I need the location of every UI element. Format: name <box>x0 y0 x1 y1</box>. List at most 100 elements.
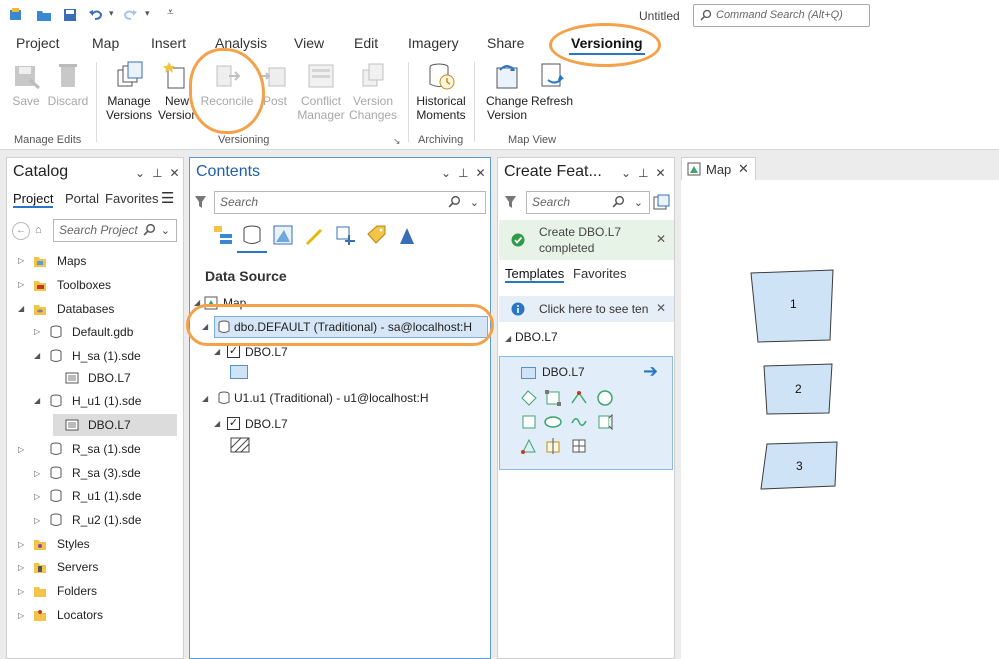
catalog-item-databases[interactable]: Databases <box>57 302 114 316</box>
ellipse-tool-icon[interactable] <box>544 413 562 431</box>
undo-icon[interactable] <box>88 7 104 23</box>
catalog-item-default-gdb[interactable]: Default.gdb <box>72 325 133 339</box>
catalog-item-servers[interactable]: Servers <box>57 560 98 574</box>
expand-icon[interactable]: ▷ <box>18 587 24 596</box>
tab-project[interactable]: Project <box>16 35 60 51</box>
collapse-icon[interactable]: ◢ <box>34 351 40 360</box>
tab-map[interactable]: Map <box>92 35 119 51</box>
list-by-editing-icon[interactable] <box>303 224 325 246</box>
circle-tool-icon[interactable] <box>596 389 614 407</box>
tab-templates[interactable]: Templates <box>505 266 565 283</box>
pin-icon[interactable]: ⊥ <box>152 166 162 180</box>
tab-insert[interactable]: Insert <box>151 35 186 51</box>
manage-templates-icon[interactable] <box>653 194 670 211</box>
catalog-item-locators[interactable]: Locators <box>57 608 103 622</box>
filter-icon[interactable] <box>194 195 207 209</box>
undo-dropdown-icon[interactable]: ▾ <box>109 8 114 19</box>
catalog-item-r-sa-1[interactable]: R_sa (1).sde <box>72 442 141 456</box>
catalog-item-folders[interactable]: Folders <box>57 584 97 598</box>
collapse-icon[interactable]: ◢ <box>34 396 40 405</box>
catalog-item-dbo-l7-selected[interactable]: DBO.L7 <box>88 418 131 432</box>
chevron-down-icon[interactable]: ⌄ <box>470 193 479 214</box>
redo-icon[interactable] <box>122 7 138 23</box>
catalog-tab-favorites[interactable]: Favorites <box>105 191 158 206</box>
list-by-labeling-icon[interactable] <box>365 224 387 246</box>
template-group-dbo-l7[interactable]: DBO.L7 <box>515 330 558 344</box>
catalog-item-dbo-l7[interactable]: DBO.L7 <box>88 371 131 385</box>
customize-toolbar-icon[interactable]: ⩡ <box>167 5 174 20</box>
refresh-button[interactable]: Refresh <box>531 60 573 108</box>
close-icon[interactable]: ✕ <box>738 161 749 177</box>
list-by-perspective-imagery-icon[interactable] <box>396 224 418 246</box>
list-by-drawing-order-icon[interactable] <box>212 224 234 246</box>
template-card[interactable]: DBO.L7 ➔ <box>499 356 673 470</box>
layer-visibility-checkbox[interactable]: ✓ <box>227 345 240 358</box>
discard-button[interactable]: Discard <box>46 60 90 108</box>
square-tool-icon[interactable] <box>520 413 538 431</box>
save-button[interactable]: Save <box>8 60 44 108</box>
pin-icon[interactable]: ⊥ <box>458 166 468 180</box>
arrow-right-icon[interactable]: ➔ <box>643 361 658 382</box>
chevron-down-icon[interactable]: ⌄ <box>161 221 170 242</box>
trace-tool-icon[interactable] <box>520 437 538 455</box>
pane-options-chevron-icon[interactable]: ⌄ <box>621 166 631 180</box>
tab-favorites[interactable]: Favorites <box>573 266 626 281</box>
catalog-item-r-u1[interactable]: R_u1 (1).sde <box>72 489 141 503</box>
collapse-icon[interactable]: ◢ <box>214 419 220 428</box>
manage-versions-button[interactable]: Manage Versions <box>104 60 154 122</box>
split-tool-icon[interactable] <box>544 437 562 455</box>
catalog-item-r-sa-3[interactable]: R_sa (3).sde <box>72 466 141 480</box>
version-changes-button[interactable]: Version Changes <box>349 60 397 122</box>
pane-options-chevron-icon[interactable]: ⌄ <box>135 166 145 180</box>
redo-dropdown-icon[interactable]: ▾ <box>145 8 150 19</box>
map-tab[interactable]: Map ✕ <box>681 157 756 180</box>
layer-symbol-hatched[interactable] <box>230 437 250 453</box>
list-by-data-source-icon[interactable] <box>241 224 263 246</box>
command-search-input[interactable]: Command Search (Alt+Q) <box>693 4 870 27</box>
pane-options-chevron-icon[interactable]: ⌄ <box>441 166 451 180</box>
autocomplete-polygon-icon[interactable] <box>596 413 614 431</box>
contents-search-input[interactable]: Search ⌄ <box>214 191 486 214</box>
rectangle-tool-icon[interactable] <box>544 389 562 407</box>
change-version-button[interactable]: Change Version <box>484 60 530 122</box>
expand-icon[interactable]: ▷ <box>18 445 24 454</box>
filter-icon[interactable] <box>504 195 517 209</box>
new-project-icon[interactable] <box>8 7 24 23</box>
catalog-item-r-u2[interactable]: R_u2 (1).sde <box>72 513 141 527</box>
expand-icon[interactable]: ▷ <box>34 469 40 478</box>
back-arrow-icon[interactable]: ← <box>12 222 30 240</box>
catalog-item-h-sa[interactable]: H_sa (1).sde <box>72 349 141 363</box>
collapse-icon[interactable]: ◢ <box>214 347 220 356</box>
close-icon[interactable]: ✕ <box>476 166 486 180</box>
catalog-item-h-u1[interactable]: H_u1 (1).sde <box>72 394 141 408</box>
expand-icon[interactable]: ▷ <box>18 256 24 265</box>
close-icon[interactable]: ✕ <box>170 166 180 180</box>
right-angle-tool-icon[interactable] <box>570 389 588 407</box>
tab-share[interactable]: Share <box>487 35 524 51</box>
home-icon[interactable]: ⌂ <box>35 224 42 236</box>
expand-icon[interactable]: ▷ <box>18 280 24 289</box>
close-icon[interactable]: ✕ <box>656 301 667 315</box>
contents-layer-dbo-l7[interactable]: DBO.L7 <box>245 345 288 359</box>
catalog-item-toolboxes[interactable]: Toolboxes <box>57 278 111 292</box>
map-canvas[interactable]: 1 2 3 <box>681 180 999 659</box>
expand-icon[interactable]: ▷ <box>18 611 24 620</box>
expand-icon[interactable]: ▷ <box>34 516 40 525</box>
hint-bar[interactable]: Click here to see ten ✕ <box>499 296 674 322</box>
tab-edit[interactable]: Edit <box>354 35 378 51</box>
list-by-selection-icon[interactable] <box>272 224 294 246</box>
dialog-launcher-icon[interactable]: ↘ <box>393 136 401 147</box>
hamburger-menu-icon[interactable]: ☰ <box>161 189 174 207</box>
close-icon[interactable]: ✕ <box>656 166 666 180</box>
contents-workspace-u1[interactable]: U1.u1 (Traditional) - u1@localhost:H <box>234 391 428 405</box>
tab-view[interactable]: View <box>294 35 324 51</box>
chevron-down-icon[interactable]: ⌄ <box>634 193 643 214</box>
open-folder-icon[interactable] <box>36 7 52 23</box>
tab-imagery[interactable]: Imagery <box>408 35 459 51</box>
pin-icon[interactable]: ⊥ <box>638 166 648 180</box>
contents-layer-dbo-l7-u1[interactable]: DBO.L7 <box>245 417 288 431</box>
collapse-icon[interactable]: ◢ <box>202 394 208 403</box>
freehand-tool-icon[interactable] <box>570 413 588 431</box>
layer-visibility-checkbox[interactable]: ✓ <box>227 417 240 430</box>
collapse-icon[interactable]: ◢ <box>18 304 24 313</box>
